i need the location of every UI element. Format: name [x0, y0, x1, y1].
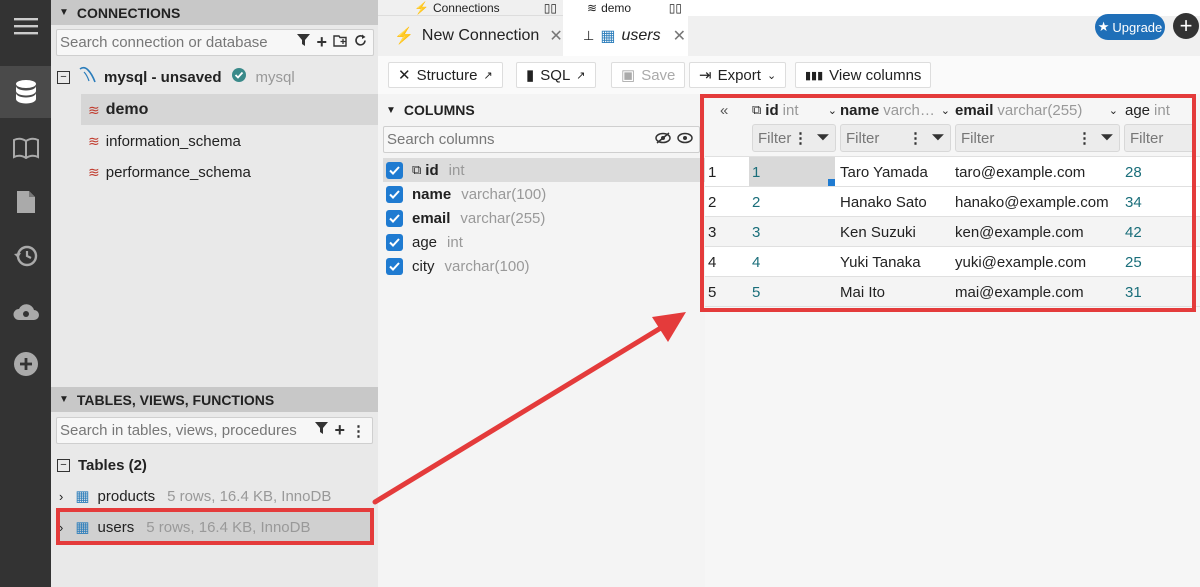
- add-icon[interactable]: [0, 338, 51, 390]
- cloud-icon[interactable]: [0, 285, 51, 337]
- window-tab-connections[interactable]: ⚡ Connections ▯▯: [378, 0, 563, 16]
- column-item-age[interactable]: age int: [386, 231, 463, 253]
- columns-panel: ▼ COLUMNS Search columns ⧉ id int name v…: [378, 94, 705, 587]
- eye-off-icon[interactable]: [655, 131, 671, 148]
- add-icon[interactable]: +: [334, 420, 345, 441]
- database-icon[interactable]: [0, 66, 51, 118]
- new-tab-button[interactable]: +: [1173, 13, 1199, 39]
- collapse-icon[interactable]: −: [57, 70, 70, 84]
- sidebar: ▼ CONNECTIONS Search connection or datab…: [51, 0, 378, 587]
- close-icon[interactable]: ✕: [673, 26, 686, 46]
- column-item-name[interactable]: name varchar(100): [386, 183, 546, 205]
- database-item-information-schema[interactable]: ≋ information_schema: [88, 130, 241, 152]
- document-icon: ▮: [526, 67, 535, 84]
- chevron-down-icon: ⌄: [766, 69, 777, 82]
- table-icon: ▦: [75, 488, 90, 505]
- external-link-icon: ↗: [483, 69, 493, 82]
- save-icon: ▣: [621, 67, 636, 84]
- tab-users[interactable]: ⊥ ▦ users ✕: [563, 16, 688, 56]
- sql-button[interactable]: ▮ SQL ↗: [516, 62, 596, 88]
- table-icon: ▦: [600, 28, 616, 45]
- tab-bar: ⚡ New Connection ✕ ⊥ ▦ users ✕ ★ Upgrade…: [378, 13, 1200, 56]
- database-item-performance-schema[interactable]: ≋ performance_schema: [88, 161, 251, 183]
- window-tab-strip: ⚡ Connections ▯▯ ≋ demo ▯▯: [378, 0, 688, 16]
- checkbox-checked[interactable]: [386, 161, 403, 179]
- tools-icon: ✕: [398, 67, 411, 84]
- database-icon: ≋: [587, 1, 598, 15]
- connection-item[interactable]: − mysql - unsaved mysql: [57, 66, 295, 88]
- database-icon: ≋: [88, 132, 100, 149]
- split-icon[interactable]: ▯▯: [544, 1, 557, 15]
- toolbar: ✕ Structure ↗ ▮ SQL ↗ ▣ Save ⇥ Export ⌄ …: [378, 56, 1200, 94]
- connected-check-icon: [231, 68, 246, 86]
- column-item-city[interactable]: city varchar(100): [386, 255, 530, 277]
- table-item-products[interactable]: › ▦ products 5 rows, 16.4 KB, InnoDB: [59, 485, 331, 507]
- more-icon[interactable]: ⋮: [351, 422, 366, 440]
- refresh-icon[interactable]: [354, 34, 367, 51]
- column-item-email[interactable]: email varchar(255): [386, 207, 545, 229]
- add-icon: +: [1179, 13, 1193, 38]
- split-icon[interactable]: ▯▯: [669, 1, 682, 15]
- highlight-box-grid: [700, 94, 1196, 312]
- activity-rail: [0, 0, 51, 587]
- highlight-box-users-table: [56, 508, 374, 545]
- checkbox-checked[interactable]: [386, 209, 403, 227]
- export-button[interactable]: ⇥ Export ⌄: [689, 62, 787, 88]
- column-item-id[interactable]: ⧉ id int: [386, 159, 464, 181]
- eye-icon[interactable]: [677, 131, 693, 148]
- checkbox-checked[interactable]: [386, 185, 403, 203]
- columns-icon: ▮▮▮: [805, 69, 824, 82]
- window-tab-demo[interactable]: ≋ demo ▯▯: [563, 0, 688, 16]
- history-icon[interactable]: [0, 230, 51, 282]
- add-icon[interactable]: +: [316, 32, 327, 53]
- tables-header[interactable]: ▼ TABLES, VIEWS, FUNCTIONS: [51, 387, 378, 412]
- collapse-icon[interactable]: −: [57, 458, 70, 472]
- menu-icon[interactable]: [0, 0, 51, 52]
- chevron-down-icon: ▼: [386, 104, 396, 116]
- key-icon: ⧉: [412, 162, 422, 177]
- database-icon: ≋: [88, 101, 100, 118]
- close-icon[interactable]: ✕: [549, 26, 562, 46]
- filter-icon[interactable]: [315, 422, 329, 439]
- object-search-input[interactable]: Search in tables, views, procedures + ⋮: [56, 417, 373, 444]
- checkbox-checked[interactable]: [386, 257, 403, 275]
- book-icon[interactable]: [0, 122, 51, 174]
- chevron-down-icon: ▼: [59, 7, 69, 18]
- tab-new-connection[interactable]: ⚡ New Connection ✕: [378, 16, 563, 56]
- star-icon: ★: [1097, 19, 1110, 34]
- tables-group[interactable]: − Tables (2): [57, 454, 147, 476]
- database-icon: ≋: [88, 163, 100, 180]
- mysql-icon: [78, 66, 98, 88]
- column-search-input[interactable]: Search columns: [383, 126, 700, 153]
- document-icon[interactable]: [0, 176, 51, 228]
- database-item-demo[interactable]: ≋ demo: [88, 99, 148, 121]
- structure-button[interactable]: ✕ Structure ↗: [388, 62, 503, 88]
- chevron-down-icon: ▼: [59, 394, 69, 405]
- view-columns-button[interactable]: ▮▮▮ View columns: [795, 62, 932, 88]
- connections-header[interactable]: ▼ CONNECTIONS: [51, 0, 378, 25]
- chevron-right-icon[interactable]: ›: [59, 489, 63, 504]
- checkbox-checked[interactable]: [386, 233, 403, 251]
- add-folder-icon[interactable]: [333, 34, 348, 51]
- filter-icon[interactable]: [297, 34, 311, 51]
- external-link-icon: ↗: [576, 69, 586, 82]
- plug-icon: ⚡: [394, 28, 414, 45]
- upgrade-button[interactable]: ★ Upgrade: [1095, 14, 1165, 40]
- export-icon: ⇥: [699, 67, 712, 84]
- connection-search-input[interactable]: Search connection or database +: [56, 29, 374, 56]
- save-button[interactable]: ▣ Save: [611, 62, 686, 88]
- plug-icon: ⚡: [414, 1, 429, 15]
- pin-icon[interactable]: ⊥: [583, 28, 594, 44]
- columns-header[interactable]: ▼ COLUMNS: [386, 100, 475, 120]
